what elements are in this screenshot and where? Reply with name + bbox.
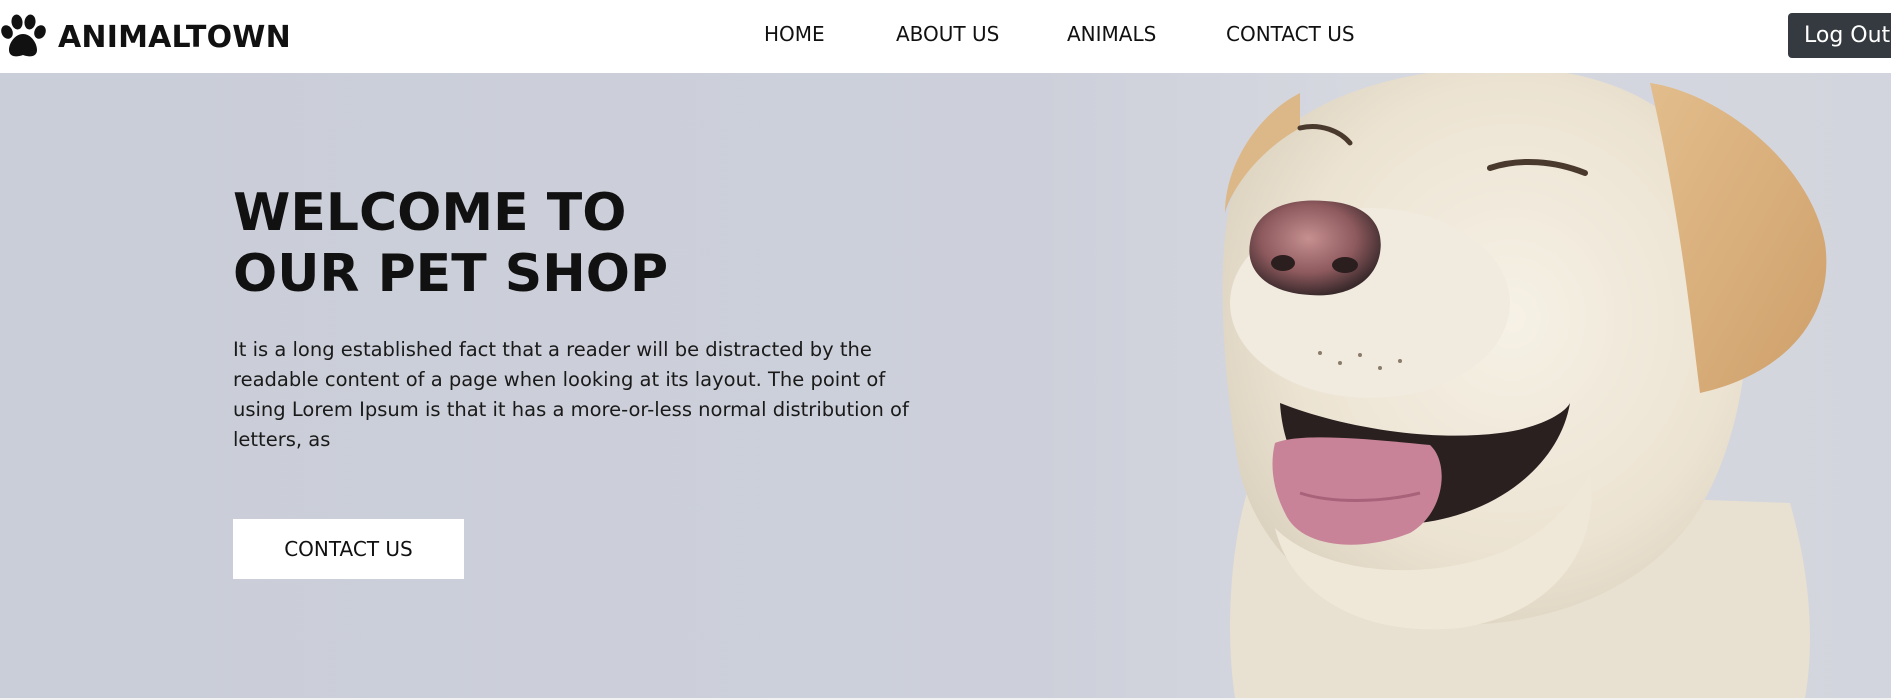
hero-description: It is a long established fact that a rea…	[233, 338, 909, 451]
hero-title-line-1: WELCOME TO	[233, 183, 627, 243]
hero-title-line-2: OUR PET SHOP	[233, 244, 669, 304]
brand-name: ANIMALTOWN	[58, 19, 291, 55]
nav-contact-us[interactable]: CONTACT US	[1226, 22, 1355, 46]
contact-us-button[interactable]: CONTACT US	[233, 519, 464, 579]
paw-icon	[1, 14, 46, 57]
nav-animals[interactable]: ANIMALS	[1067, 22, 1156, 46]
nav-home[interactable]: HOME	[764, 22, 825, 46]
logout-button[interactable]: Log Out	[1788, 13, 1891, 58]
hero-section: WELCOME TO OUR PET SHOP It is a long est…	[0, 73, 1891, 698]
top-navbar: ANIMALTOWN HOME ABOUT US ANIMALS CONTACT…	[0, 0, 1891, 73]
hero-title: WELCOME TO OUR PET SHOP	[233, 183, 668, 305]
nav-about-us[interactable]: ABOUT US	[896, 22, 999, 46]
brand-logo-link[interactable]: ANIMALTOWN	[0, 14, 291, 60]
